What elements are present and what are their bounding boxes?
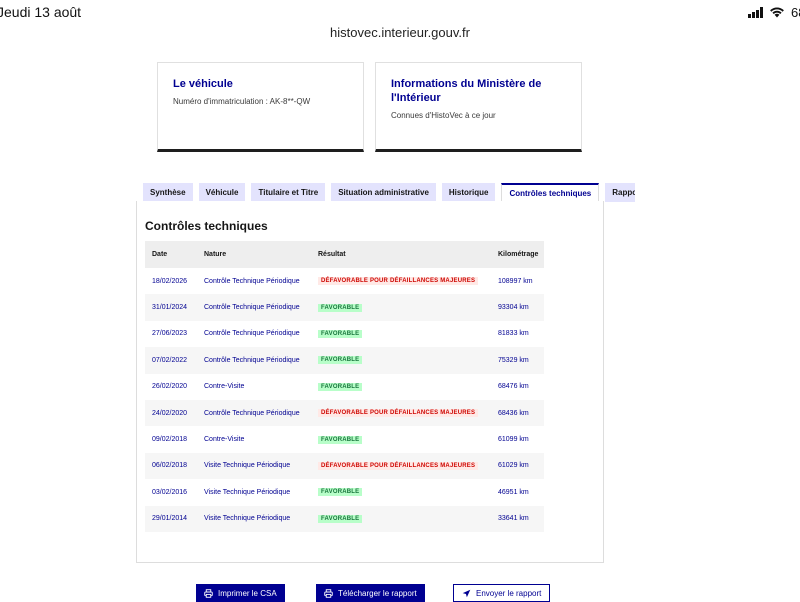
row-nature: Contrôle Technique Périodique [197,399,311,427]
row-nature: Contre-Visite [204,436,245,444]
row-km: 68436 km [491,399,544,427]
column-header-km: Kilométrage [491,241,544,268]
row-date: 29/01/2014 [145,505,197,532]
table-row: 03/02/2016 Visite Technique Périodique F… [145,479,544,505]
row-km: 68476 km [498,383,529,391]
vehicle-card: Le véhicule Numéro d'immatriculation : A… [157,62,364,152]
row-km: 33641 km [491,505,544,532]
result-badge: FAVORABLE [318,356,363,365]
section-title: Contrôles techniques [145,219,268,233]
row-date: 24/02/2020 [145,399,197,427]
column-header-result: Résultat [311,241,491,268]
send-report-label: Envoyer le rapport [476,588,542,598]
row-nature: Contrôle Technique Périodique [204,277,300,285]
download-report-label: Télécharger le rapport [338,588,417,598]
tab-bar: Synthèse Véhicule Titulaire et Titre Sit… [143,183,635,202]
tab-rapport[interactable]: Rapport [605,183,635,202]
status-indicators: 68 [748,3,800,21]
tab-vehicule[interactable]: Véhicule [198,183,246,202]
result-badge: FAVORABLE [318,382,363,391]
status-bar: Jeudi 13 août 68 [0,0,800,22]
wifi-icon [770,7,784,18]
result-badge: FAVORABLE [318,435,363,444]
row-date: 31/01/2024 [145,294,197,321]
row-nature: Contrôle Technique Périodique [204,330,300,338]
vehicle-card-title: Le véhicule [173,78,233,90]
row-date: 09/02/2018 [152,436,188,444]
row-km: 61029 km [491,452,544,480]
table-row: 24/02/2020 Contrôle Technique Périodique… [145,399,544,427]
tab-controles-techniques[interactable]: Contrôles techniques [501,183,600,202]
result-badge: FAVORABLE [318,303,363,312]
ministry-card-title: Informations du Ministère de l'Intérieur [391,78,542,104]
table-row: 09/02/2018 Contre-Visite FAVORABLE 61099… [145,426,544,452]
column-header-date: Date [145,241,197,268]
table-row: 26/02/2020 Contre-Visite FAVORABLE 68476… [145,374,544,400]
send-report-button[interactable]: Envoyer le rapport [453,584,551,602]
table-header-row: Date Nature Résultat Kilométrage [145,241,544,268]
tab-titulaire-titre[interactable]: Titulaire et Titre [251,183,326,202]
download-report-button[interactable]: Télécharger le rapport [316,584,425,602]
row-date: 06/02/2018 [145,452,197,480]
row-nature: Visite Technique Périodique [197,452,311,480]
row-km: 81833 km [498,330,529,338]
row-km: 61099 km [498,436,529,444]
result-badge: FAVORABLE [318,488,363,497]
table-row: 18/02/2026 Contrôle Technique Périodique… [145,268,544,294]
row-km: 75329 km [491,347,544,374]
table-row: 06/02/2018 Visite Technique Périodique D… [145,452,544,480]
row-date: 27/06/2023 [152,330,188,338]
ministry-info-card: Informations du Ministère de l'Intérieur… [375,62,582,152]
printer-icon [204,588,213,598]
registration-number: Numéro d'immatriculation : AK-8**-QW [173,97,311,106]
printer-icon [324,588,333,598]
row-nature: Contre-Visite [204,383,245,391]
print-csa-button[interactable]: Imprimer le CSA [196,584,285,602]
ministry-card-subtitle: Connues d'HistoVec à ce jour [391,111,496,120]
cellular-signal-icon [748,6,763,18]
status-date: Jeudi 13 août [0,4,82,20]
tab-situation-administrative[interactable]: Situation administrative [331,183,436,202]
row-nature: Contrôle Technique Périodique [197,294,311,321]
tab-historique[interactable]: Historique [441,183,496,202]
row-nature: Contrôle Technique Périodique [197,347,311,374]
battery-percentage: 68 [791,4,800,20]
result-badge: DÉFAVORABLE POUR DÉFAILLANCES MAJEURES [318,277,479,286]
tab-synthese[interactable]: Synthèse [143,183,193,202]
result-badge: DÉFAVORABLE POUR DÉFAILLANCES MAJEURES [318,461,479,470]
result-badge: FAVORABLE [318,514,363,523]
table-row: 27/06/2023 Contrôle Technique Périodique… [145,321,544,347]
table-row: 31/01/2024 Contrôle Technique Périodique… [145,294,544,321]
row-km: 93304 km [491,294,544,321]
row-date: 26/02/2020 [152,383,188,391]
row-date: 07/02/2022 [145,347,197,374]
row-nature: Visite Technique Périodique [204,488,291,496]
row-date: 18/02/2026 [152,277,188,285]
result-badge: DÉFAVORABLE POUR DÉFAILLANCES MAJEURES [318,409,479,418]
row-km: 46951 km [498,488,529,496]
row-nature: Visite Technique Périodique [197,505,311,532]
print-csa-label: Imprimer le CSA [218,588,277,598]
table-row: 07/02/2022 Contrôle Technique Périodique… [145,347,544,374]
address-bar-url[interactable]: histovec.interieur.gouv.fr [0,25,800,40]
result-badge: FAVORABLE [318,329,363,338]
table-row: 29/01/2014 Visite Technique Périodique F… [145,505,544,532]
row-km: 108997 km [498,277,533,285]
send-icon [462,589,471,597]
column-header-nature: Nature [197,241,311,268]
inspections-table: Date Nature Résultat Kilométrage 18/02/2… [145,241,544,532]
row-date: 03/02/2016 [152,488,188,496]
